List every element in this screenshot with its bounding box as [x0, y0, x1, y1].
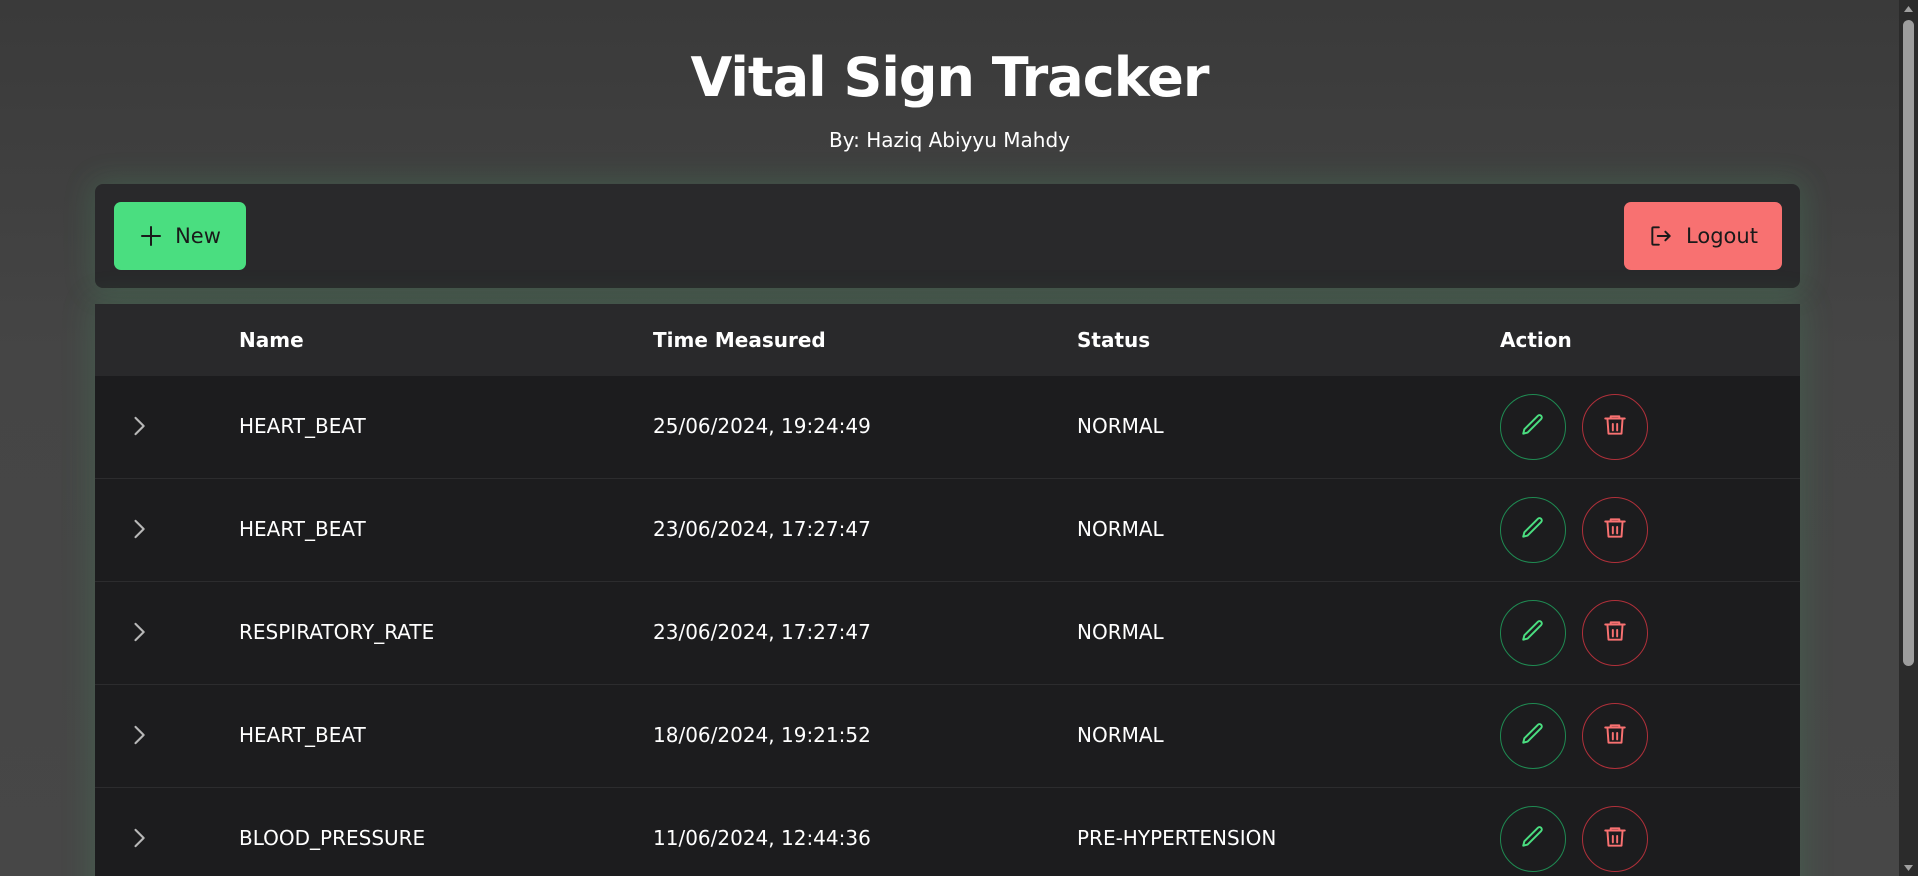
cell-status: NORMAL — [1077, 723, 1164, 747]
plus-icon — [139, 224, 163, 248]
cell-time: 11/06/2024, 12:44:36 — [653, 826, 871, 850]
delete-button[interactable] — [1582, 497, 1648, 563]
trash-icon — [1602, 824, 1628, 854]
edit-button[interactable] — [1500, 703, 1566, 769]
delete-button[interactable] — [1582, 806, 1648, 872]
table-row: HEART_BEAT 18/06/2024, 19:21:52 NORMAL — [95, 685, 1800, 788]
toolbar: New Logout — [95, 184, 1800, 288]
scroll-down-arrow-icon[interactable] — [1899, 859, 1918, 876]
pencil-icon — [1520, 618, 1546, 648]
pencil-icon — [1520, 721, 1546, 751]
cell-name: RESPIRATORY_RATE — [239, 620, 435, 644]
cell-name: BLOOD_PRESSURE — [239, 826, 426, 850]
chevron-right-icon[interactable] — [125, 721, 153, 749]
cell-time: 23/06/2024, 17:27:47 — [653, 517, 871, 541]
logout-button[interactable]: Logout — [1624, 202, 1782, 270]
cell-time: 18/06/2024, 19:21:52 — [653, 723, 871, 747]
cell-status: NORMAL — [1077, 414, 1164, 438]
chevron-right-icon[interactable] — [125, 412, 153, 440]
chevron-right-icon[interactable] — [125, 618, 153, 646]
cell-time: 25/06/2024, 19:24:49 — [653, 414, 871, 438]
edit-button[interactable] — [1500, 600, 1566, 666]
pencil-icon — [1520, 412, 1546, 442]
delete-button[interactable] — [1582, 600, 1648, 666]
new-button[interactable]: New — [114, 202, 246, 270]
cell-status: NORMAL — [1077, 620, 1164, 644]
column-header-status: Status — [1077, 328, 1151, 352]
new-button-label: New — [175, 224, 221, 248]
edit-button[interactable] — [1500, 806, 1566, 872]
logout-icon — [1648, 223, 1674, 249]
table-row: HEART_BEAT 23/06/2024, 17:27:47 NORMAL — [95, 479, 1800, 582]
table-header: Name Time Measured Status Action — [95, 304, 1800, 376]
vital-signs-table: Name Time Measured Status Action HEART_B… — [95, 304, 1800, 876]
edit-button[interactable] — [1500, 394, 1566, 460]
app-viewport: Vital Sign Tracker By: Haziq Abiyyu Mahd… — [0, 0, 1899, 876]
column-header-time: Time Measured — [653, 328, 826, 352]
cell-status: PRE-HYPERTENSION — [1077, 826, 1277, 850]
scroll-up-arrow-icon[interactable] — [1899, 0, 1918, 17]
delete-button[interactable] — [1582, 394, 1648, 460]
scrollbar-thumb[interactable] — [1903, 20, 1914, 666]
trash-icon — [1602, 721, 1628, 751]
edit-button[interactable] — [1500, 497, 1566, 563]
column-header-name: Name — [239, 328, 304, 352]
table-row: RESPIRATORY_RATE 23/06/2024, 17:27:47 NO… — [95, 582, 1800, 685]
logout-button-label: Logout — [1686, 224, 1758, 248]
page-header: Vital Sign Tracker By: Haziq Abiyyu Mahd… — [0, 0, 1899, 152]
cell-status: NORMAL — [1077, 517, 1164, 541]
page-subtitle: By: Haziq Abiyyu Mahdy — [829, 128, 1070, 152]
pencil-icon — [1520, 824, 1546, 854]
cell-name: HEART_BEAT — [239, 517, 366, 541]
table-row: HEART_BEAT 25/06/2024, 19:24:49 NORMAL — [95, 376, 1800, 479]
delete-button[interactable] — [1582, 703, 1648, 769]
chevron-right-icon[interactable] — [125, 824, 153, 852]
page-title: Vital Sign Tracker — [690, 46, 1210, 109]
trash-icon — [1602, 618, 1628, 648]
cell-name: HEART_BEAT — [239, 414, 366, 438]
table-row: BLOOD_PRESSURE 11/06/2024, 12:44:36 PRE-… — [95, 788, 1800, 876]
trash-icon — [1602, 412, 1628, 442]
pencil-icon — [1520, 515, 1546, 545]
cell-time: 23/06/2024, 17:27:47 — [653, 620, 871, 644]
cell-name: HEART_BEAT — [239, 723, 366, 747]
chevron-right-icon[interactable] — [125, 515, 153, 543]
vertical-scrollbar[interactable] — [1899, 0, 1918, 876]
column-header-action: Action — [1500, 328, 1572, 352]
trash-icon — [1602, 515, 1628, 545]
